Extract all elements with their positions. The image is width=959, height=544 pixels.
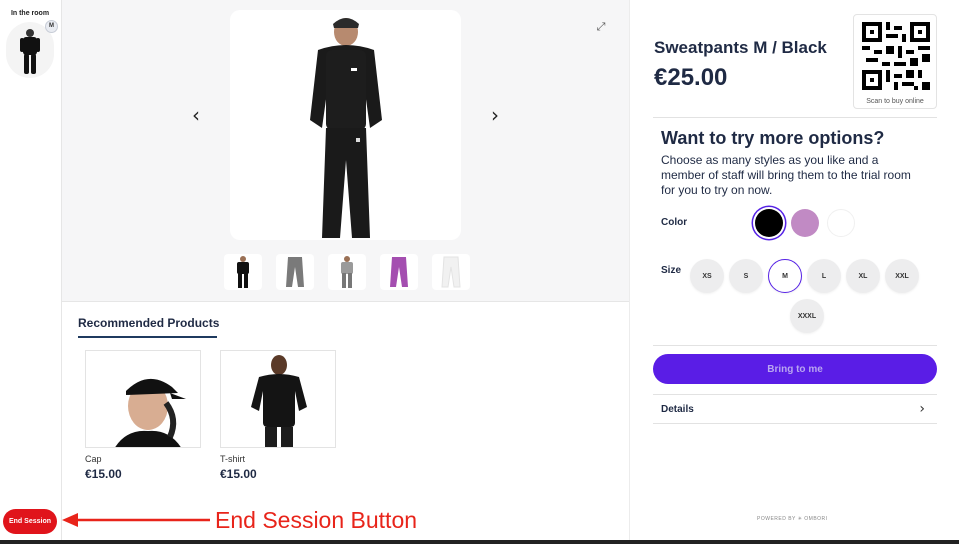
purple-sweatpants-image (390, 257, 408, 287)
product-price: €15.00 (85, 467, 122, 481)
grey-sweatpants-model-image (341, 256, 353, 288)
tab-underline (78, 336, 217, 338)
thumbnail-white[interactable] (432, 254, 470, 290)
options-title: Want to try more options? (661, 128, 885, 148)
product-price-large: €25.00 (654, 64, 728, 91)
details-row[interactable]: Details › (653, 394, 937, 424)
model-image (310, 18, 382, 238)
details-label: Details (661, 404, 694, 415)
size-xl-button[interactable]: XL (846, 259, 880, 293)
annotation-label: End Session Button (215, 507, 418, 533)
thumbnail-black-model[interactable] (224, 254, 262, 290)
product-name: Cap (85, 454, 102, 464)
cap-product-image (85, 350, 201, 448)
app-root: In the room M End Session End Session Bu… (0, 0, 959, 544)
size-xs-button[interactable]: XS (690, 259, 724, 293)
annotation-arrow-icon (62, 513, 210, 527)
size-badge: M (45, 20, 58, 33)
powered-by-logo: POWERED BY ✳ OMBORI (757, 516, 828, 522)
bring-to-me-button[interactable]: Bring to me (653, 354, 937, 384)
size-xxl-button[interactable]: XXL (885, 259, 919, 293)
size-s-button[interactable]: S (729, 259, 763, 293)
tshirt-product-image (220, 350, 336, 448)
black-sweatpants-model-image (237, 256, 249, 288)
product-title: Sweatpants M / Black (654, 38, 827, 57)
expand-icon[interactable]: ⤢ (592, 18, 610, 36)
end-session-button[interactable]: End Session (3, 509, 57, 534)
product-price: €15.00 (220, 467, 257, 481)
options-description: Choose as many styles as you like and a … (661, 153, 911, 197)
color-swatch-purple[interactable] (791, 209, 819, 237)
size-xxxl-button[interactable]: XXXL (790, 299, 824, 333)
grey-sweatpants-image (286, 257, 304, 287)
session-rail: In the room M End Session (0, 0, 62, 540)
product-detail-panel: Sweatpants M / Black €25.00 Scan to buy … (629, 0, 959, 540)
divider (653, 117, 937, 118)
tshirt-model-image (251, 355, 307, 447)
product-gallery: ‹ › ⤢ (62, 0, 629, 302)
size-m-button[interactable]: M (768, 259, 802, 293)
qr-code-card: Scan to buy online (853, 14, 937, 109)
previous-image-button[interactable]: ‹ (186, 104, 206, 126)
size-label: Size (661, 265, 682, 276)
main-product-image[interactable] (230, 10, 461, 240)
divider (653, 345, 937, 346)
white-sweatpants-image (441, 256, 461, 288)
recommended-card-cap[interactable]: Cap €15.00 (85, 350, 203, 481)
thumbnail-strip (224, 254, 470, 290)
thumbnail-grey[interactable] (276, 254, 314, 290)
next-image-button[interactable]: › (485, 104, 505, 126)
recommended-products-tab[interactable]: Recommended Products (78, 316, 219, 330)
recommended-card-tshirt[interactable]: T-shirt €15.00 (220, 350, 338, 481)
qr-code-icon (862, 22, 930, 90)
thumbnail-purple[interactable] (380, 254, 418, 290)
thumbnail-grey-model[interactable] (328, 254, 366, 290)
color-label: Color (661, 217, 688, 228)
size-l-button[interactable]: L (807, 259, 841, 293)
color-swatch-white[interactable] (827, 209, 855, 237)
chevron-right-icon: › (919, 401, 925, 417)
qr-caption: Scan to buy online (866, 98, 924, 105)
product-name: T-shirt (220, 454, 246, 464)
cap-model-image (115, 378, 186, 447)
bottom-bar (0, 540, 959, 544)
rail-title: In the room (10, 10, 50, 17)
color-swatch-black[interactable] (755, 209, 783, 237)
